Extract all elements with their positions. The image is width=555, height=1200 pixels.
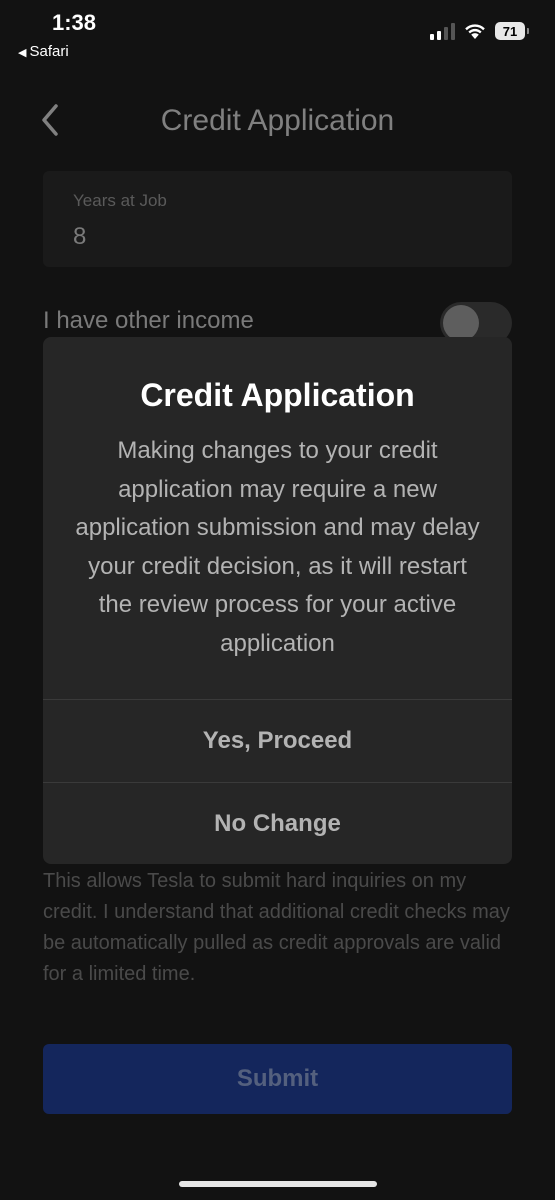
yes-proceed-button[interactable]: Yes, Proceed [43,699,512,782]
submit-button[interactable]: Submit [43,1044,512,1114]
dialog-message: Making changes to your credit applicatio… [75,437,480,657]
screen: 1:38 ◀ Safari 71 Credit Application Years… [0,0,555,1200]
toggle-knob [443,305,479,341]
home-indicator[interactable] [179,1181,377,1187]
years-at-job-field[interactable]: Years at Job 8 [43,171,512,267]
no-change-button[interactable]: No Change [43,782,512,864]
other-income-label: I have other income [43,307,254,334]
page-title: Credit Application [160,104,395,137]
years-at-job-value: 8 [73,223,87,250]
confirmation-dialog: Credit Application Making changes to you… [43,337,512,864]
consent-text: This allows Tesla to submit hard inquiri… [43,870,510,985]
years-at-job-label: Years at Job [73,191,167,210]
dialog-title: Credit Application [140,377,415,413]
